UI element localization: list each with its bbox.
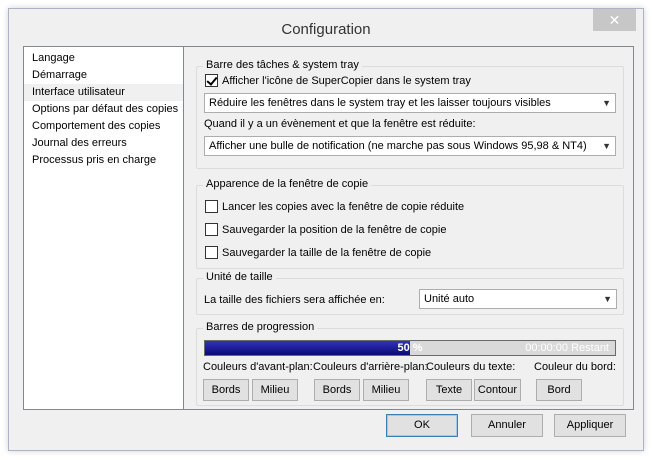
size-unit-group-title: Unité de taille bbox=[203, 271, 276, 283]
bg-edges-button[interactable]: Bords bbox=[314, 379, 360, 401]
chevron-down-icon: ▼ bbox=[602, 98, 611, 108]
apply-button[interactable]: Appliquer bbox=[554, 414, 626, 437]
option-size-checkbox[interactable] bbox=[205, 246, 218, 259]
close-button[interactable]: ✕ bbox=[593, 9, 636, 31]
appearance-group: Apparence de la fenêtre de copie Lancer … bbox=[196, 178, 624, 269]
progress-group-title: Barres de progression bbox=[203, 321, 318, 333]
taskbar-group: Barre des tâches & system tray Afficher … bbox=[196, 59, 624, 169]
close-icon: ✕ bbox=[608, 12, 621, 28]
sidebar-item-options-copies[interactable]: Options par défaut des copies bbox=[24, 101, 183, 118]
appearance-group-title: Apparence de la fenêtre de copie bbox=[203, 178, 372, 190]
event-select[interactable]: Afficher une bulle de notification (ne m… bbox=[204, 136, 616, 156]
sidebar-item-langage[interactable]: Langage bbox=[24, 50, 183, 67]
option-position-label: Sauvegarder la position de la fenêtre de… bbox=[222, 223, 447, 236]
border-edge-button[interactable]: Bord bbox=[536, 379, 582, 401]
sidebar-item-processus[interactable]: Processus pris en charge bbox=[24, 152, 183, 169]
chevron-down-icon: ▼ bbox=[602, 141, 611, 151]
category-list[interactable]: Langage Démarrage Interface utilisateur … bbox=[23, 46, 184, 410]
progress-bar-preview: 50 % 00:00:00 Restant bbox=[204, 340, 616, 356]
config-window: Configuration ✕ Langage Démarrage Interf… bbox=[8, 8, 644, 451]
text-colors-label: Couleurs du texte: bbox=[426, 361, 516, 373]
window-title: Configuration bbox=[281, 21, 371, 38]
cancel-button[interactable]: Annuler bbox=[471, 414, 543, 437]
sidebar-item-interface[interactable]: Interface utilisateur bbox=[24, 84, 183, 101]
option-reduced-checkbox[interactable] bbox=[205, 200, 218, 213]
sidebar-item-comportement[interactable]: Comportement des copies bbox=[24, 118, 183, 135]
progress-group: Barres de progression 50 % 00:00:00 Rest… bbox=[196, 321, 624, 406]
text-outline-button[interactable]: Contour bbox=[474, 379, 521, 401]
size-unit-label: La taille des fichiers sera affichée en: bbox=[204, 294, 385, 306]
sidebar-item-journal[interactable]: Journal des erreurs bbox=[24, 135, 183, 152]
foreground-colors-label: Couleurs d'avant-plan: bbox=[203, 361, 313, 373]
chevron-down-icon: ▼ bbox=[603, 294, 612, 304]
show-icon-checkbox[interactable] bbox=[205, 74, 218, 87]
option-reduced-label: Lancer les copies avec la fenêtre de cop… bbox=[222, 200, 465, 213]
show-icon-label: Afficher l'icône de SuperCopier dans le … bbox=[222, 74, 471, 87]
text-text-button[interactable]: Texte bbox=[426, 379, 472, 401]
size-unit-select-value: Unité auto bbox=[424, 293, 475, 305]
progress-time: 00:00:00 Restant bbox=[525, 342, 609, 354]
event-label: Quand il y a un évènement et que la fenê… bbox=[204, 118, 476, 130]
minimize-select-value: Réduire les fenêtres dans le system tray… bbox=[209, 97, 551, 109]
border-color-label: Couleur du bord: bbox=[534, 361, 616, 373]
option-reduced-row[interactable]: Lancer les copies avec la fenêtre de cop… bbox=[205, 200, 464, 213]
sidebar-item-demarrage[interactable]: Démarrage bbox=[24, 67, 183, 84]
option-size-row[interactable]: Sauvegarder la taille de la fenêtre de c… bbox=[205, 246, 431, 259]
show-icon-row[interactable]: Afficher l'icône de SuperCopier dans le … bbox=[205, 74, 471, 87]
size-unit-select[interactable]: Unité auto ▼ bbox=[419, 289, 617, 309]
ok-button[interactable]: OK bbox=[386, 414, 458, 437]
fg-edges-button[interactable]: Bords bbox=[203, 379, 249, 401]
taskbar-group-title: Barre des tâches & system tray bbox=[203, 59, 362, 71]
fg-middle-button[interactable]: Milieu bbox=[252, 379, 298, 401]
settings-panel: Barre des tâches & system tray Afficher … bbox=[184, 46, 634, 410]
bg-middle-button[interactable]: Milieu bbox=[363, 379, 409, 401]
minimize-select[interactable]: Réduire les fenêtres dans le system tray… bbox=[204, 93, 616, 113]
size-unit-group: Unité de taille La taille des fichiers s… bbox=[196, 271, 624, 315]
event-select-value: Afficher une bulle de notification (ne m… bbox=[209, 140, 587, 152]
title-bar: Configuration ✕ bbox=[9, 9, 643, 46]
option-size-label: Sauvegarder la taille de la fenêtre de c… bbox=[222, 246, 432, 259]
background-colors-label: Couleurs d'arrière-plan: bbox=[313, 361, 428, 373]
option-position-checkbox[interactable] bbox=[205, 223, 218, 236]
option-position-row[interactable]: Sauvegarder la position de la fenêtre de… bbox=[205, 223, 446, 236]
